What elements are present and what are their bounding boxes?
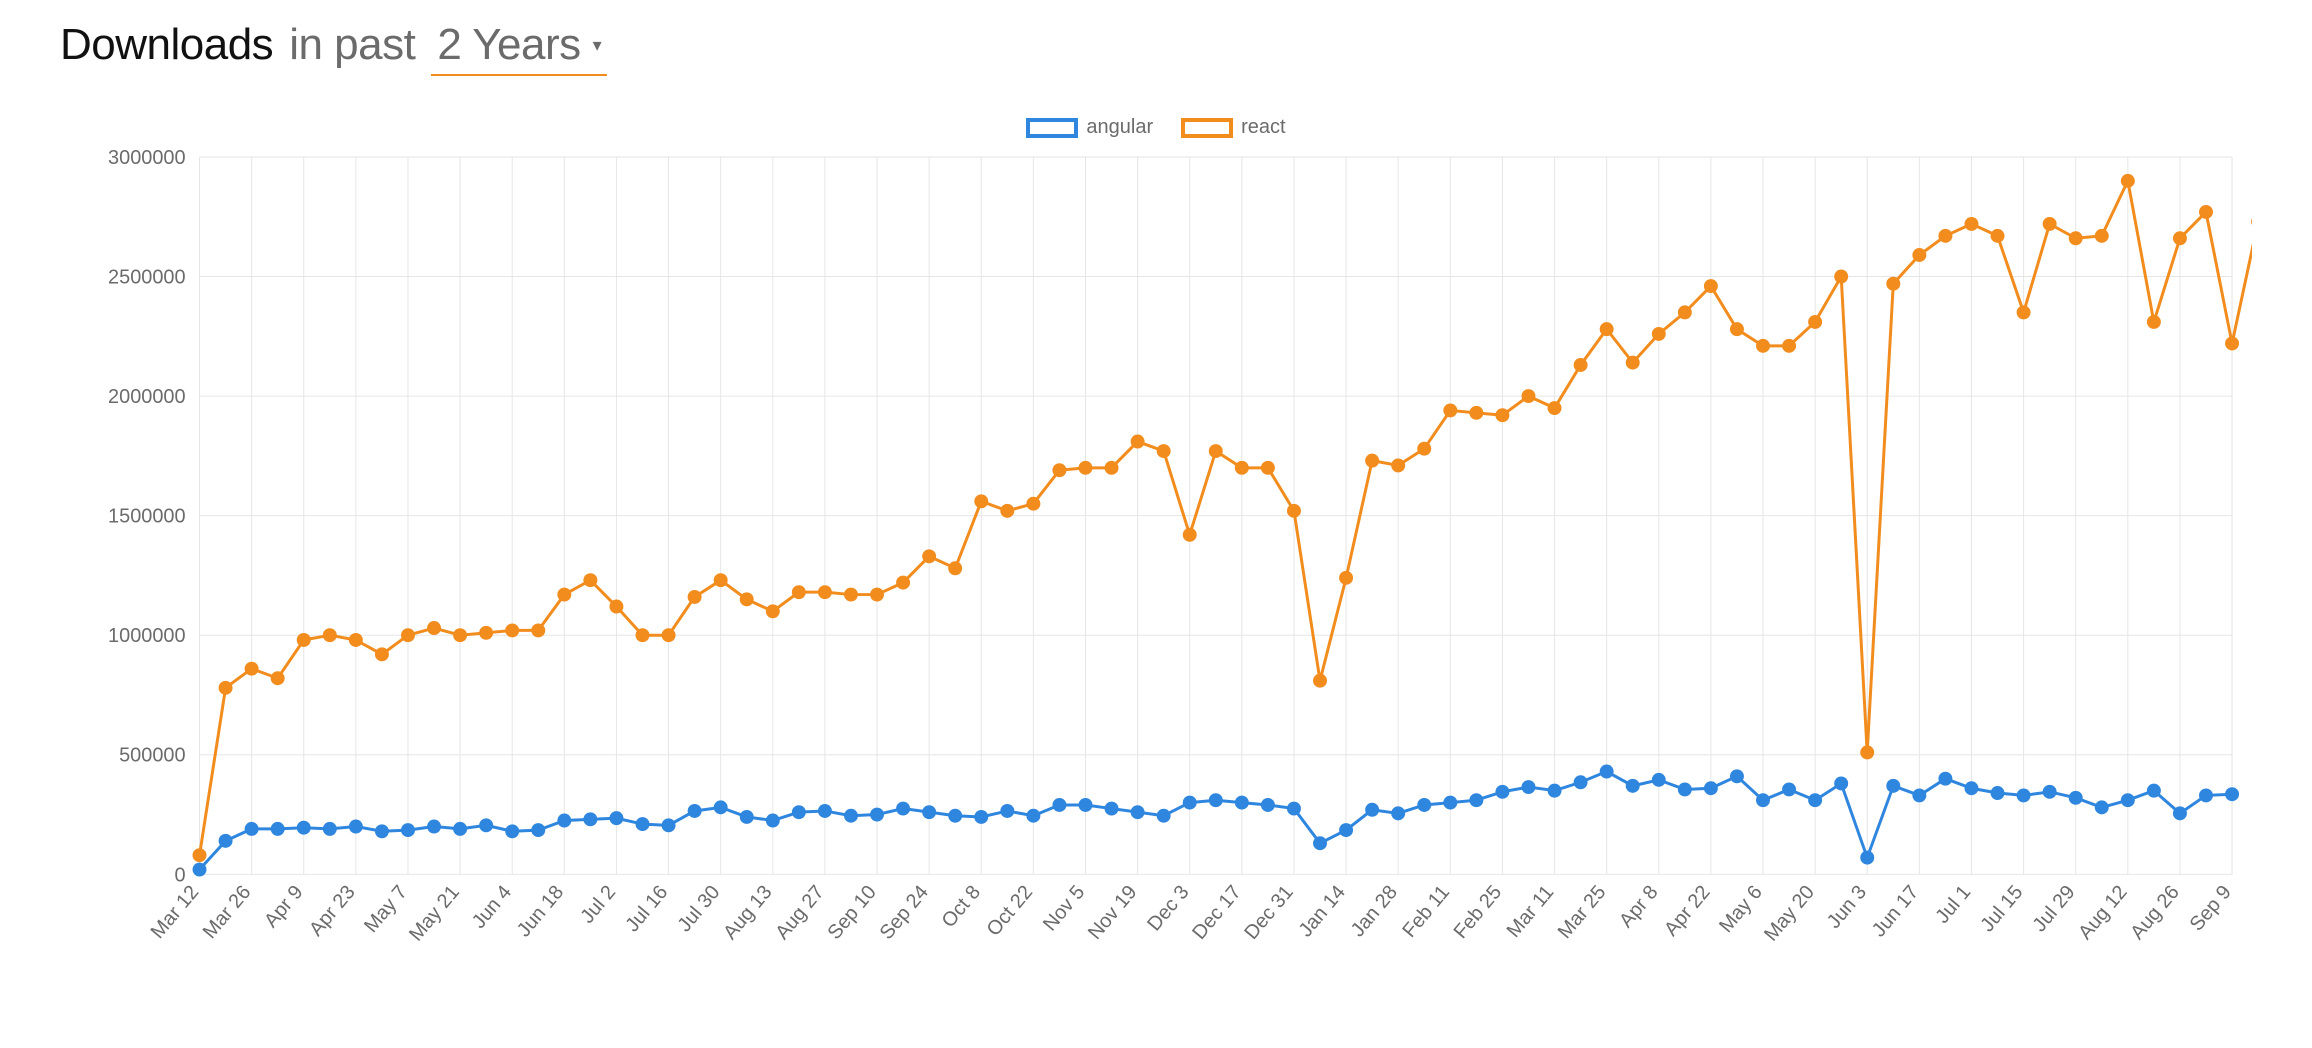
period-selected-value: 2 Years [437,20,580,70]
svg-text:500000: 500000 [119,745,185,767]
series-line-react [200,181,2252,855]
chart-title: Downloads in past 2 Years ▾ [60,20,2252,76]
series-dots-angular [193,765,2239,877]
svg-text:Jan 14: Jan 14 [1295,881,1350,941]
legend-label-angular: angular [1086,116,1153,139]
svg-text:Mar 12: Mar 12 [147,881,204,943]
downloads-chart: 0500000100000015000002000000250000030000… [60,147,2252,1004]
svg-text:Jun 17: Jun 17 [1868,881,1923,941]
svg-text:3000000: 3000000 [108,147,186,169]
series-line-angular [200,772,2233,870]
svg-text:Dec 17: Dec 17 [1188,881,1245,943]
svg-text:1000000: 1000000 [108,625,186,647]
legend-item-angular[interactable]: angular [1026,116,1153,139]
title-strong: Downloads [60,20,273,70]
svg-text:Apr 9: Apr 9 [260,881,307,932]
svg-text:Jul 2: Jul 2 [576,881,620,927]
series-dots-react [193,174,2252,862]
svg-text:Mar 25: Mar 25 [1554,881,1611,943]
svg-text:Aug 27: Aug 27 [771,881,828,943]
svg-text:Jul 29: Jul 29 [2029,881,2080,936]
svg-text:Jun 3: Jun 3 [1823,881,1871,932]
svg-text:May 7: May 7 [360,881,412,937]
svg-text:Jul 1: Jul 1 [1931,881,1975,927]
svg-text:Mar 26: Mar 26 [199,881,256,943]
svg-text:Apr 22: Apr 22 [1660,881,1715,940]
title-rest: in past [289,20,415,70]
svg-text:Sep 24: Sep 24 [876,881,933,943]
svg-text:Mar 11: Mar 11 [1503,881,1559,941]
svg-text:Feb 25: Feb 25 [1450,881,1507,943]
svg-text:Nov 5: Nov 5 [1039,881,1089,935]
period-select[interactable]: 2 Years ▾ [431,20,607,76]
legend-item-react[interactable]: react [1181,116,1285,139]
svg-text:Oct 8: Oct 8 [938,881,985,932]
svg-text:Dec 3: Dec 3 [1143,881,1193,935]
svg-text:Jan 28: Jan 28 [1347,881,1402,941]
svg-text:Oct 22: Oct 22 [983,881,1038,940]
svg-text:Aug 26: Aug 26 [2126,881,2183,943]
svg-text:Jun 18: Jun 18 [513,881,568,941]
svg-text:Dec 31: Dec 31 [1240,881,1297,943]
svg-text:Apr 8: Apr 8 [1615,881,1662,932]
legend-label-react: react [1241,116,1285,139]
svg-text:2500000: 2500000 [108,266,186,288]
chevron-down-icon: ▾ [593,35,602,56]
svg-text:Aug 12: Aug 12 [2074,881,2131,943]
chart-legend: angular react [60,116,2252,139]
svg-text:May 20: May 20 [1760,881,1819,945]
svg-text:Aug 13: Aug 13 [719,881,776,943]
legend-swatch-react [1181,118,1233,138]
svg-text:Feb 11: Feb 11 [1398,881,1454,941]
svg-text:Jul 30: Jul 30 [674,881,725,936]
svg-text:Jul 16: Jul 16 [621,881,672,936]
svg-text:2000000: 2000000 [108,386,186,408]
svg-text:Sep 10: Sep 10 [823,881,880,943]
svg-text:Jul 15: Jul 15 [1976,881,2027,936]
svg-text:May 6: May 6 [1715,881,1767,937]
svg-text:Apr 23: Apr 23 [305,881,360,940]
svg-text:Jun 4: Jun 4 [468,881,516,932]
svg-text:Nov 19: Nov 19 [1084,881,1141,943]
svg-text:Sep 9: Sep 9 [2186,881,2236,935]
legend-swatch-angular [1026,118,1078,138]
svg-text:1500000: 1500000 [108,506,186,528]
svg-text:May 21: May 21 [405,881,464,945]
